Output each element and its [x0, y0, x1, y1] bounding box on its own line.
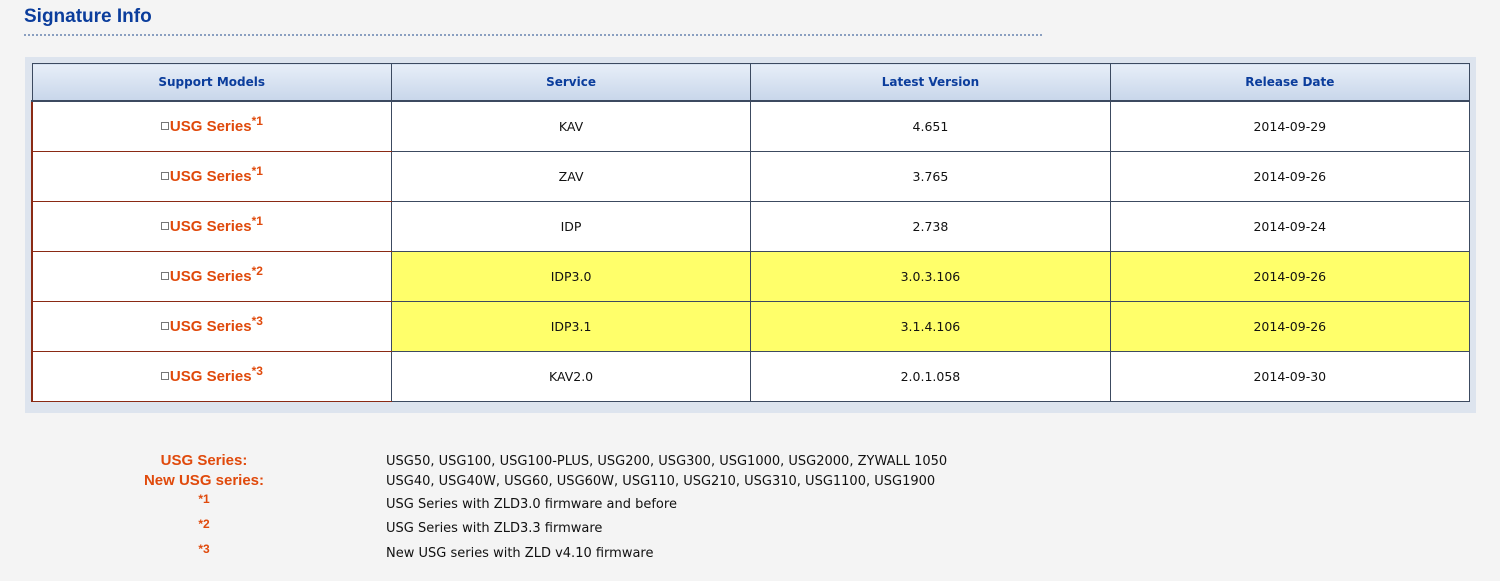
support-model-label: USG Series [169, 168, 252, 185]
column-header-release-date: Release Date [1109, 63, 1471, 102]
latest-version-cell: 3.765 [750, 151, 1111, 202]
release-date-cell: 2014-09-30 [1109, 351, 1471, 402]
release-date-cell: 2014-09-29 [1109, 100, 1471, 152]
signature-table: Support Models Service Latest Version Re… [30, 63, 1471, 402]
support-model-link[interactable]: USG Series*1 [169, 165, 263, 185]
table-row: USG Series*1 IDP 2.738 2014-09-24 [30, 201, 1471, 252]
legend-key-footnote-3: *3 [198, 542, 210, 556]
release-date-cell: 2014-09-26 [1109, 301, 1471, 352]
service-cell: KAV [390, 100, 752, 152]
support-model-cell: USG Series*1 [30, 100, 392, 152]
support-model-link[interactable]: USG Series*3 [169, 365, 263, 385]
column-header-service: Service [390, 63, 752, 102]
legend-value-footnote-3: New USG series with ZLD v4.10 firmware [386, 546, 654, 561]
support-model-label: USG Series [169, 368, 252, 385]
checkbox-icon[interactable] [160, 322, 169, 330]
legend-key-new-usg-series: New USG series: [143, 472, 265, 489]
footnote-mark: *1 [251, 214, 263, 228]
table-row: USG Series*3 KAV2.0 2.0.1.058 2014-09-30 [30, 351, 1471, 402]
support-model-link[interactable]: USG Series*2 [169, 265, 263, 285]
column-header-latest-version: Latest Version [750, 63, 1111, 102]
service-cell: ZAV [390, 151, 752, 202]
table-row: USG Series*1 KAV 4.651 2014-09-29 [30, 100, 1471, 152]
service-cell: KAV2.0 [390, 351, 752, 402]
legend-key-usg-series: USG Series: [160, 452, 248, 469]
support-model-cell: USG Series*2 [30, 251, 392, 302]
checkbox-icon[interactable] [160, 222, 169, 230]
support-model-label: USG Series [169, 268, 252, 285]
service-cell: IDP [390, 201, 752, 252]
support-model-cell: USG Series*3 [30, 301, 392, 352]
latest-version-cell: 2.738 [750, 201, 1111, 252]
legend-value-usg-series: USG50, USG100, USG100-PLUS, USG200, USG3… [386, 454, 948, 469]
support-model-cell: USG Series*1 [30, 151, 392, 202]
table-row-highlighted: USG Series*3 IDP3.1 3.1.4.106 2014-09-26 [30, 301, 1471, 352]
service-cell: IDP3.1 [390, 301, 752, 352]
footnote-mark: *2 [251, 264, 263, 278]
table-row-highlighted: USG Series*2 IDP3.0 3.0.3.106 2014-09-26 [30, 251, 1471, 302]
footnote-mark: *3 [251, 364, 263, 378]
checkbox-icon[interactable] [160, 372, 169, 380]
title-divider [24, 34, 1042, 36]
support-model-cell: USG Series*1 [30, 201, 392, 252]
checkbox-icon[interactable] [160, 122, 169, 130]
footnote-mark: *1 [251, 164, 263, 178]
service-cell: IDP3.0 [390, 251, 752, 302]
latest-version-cell: 3.0.3.106 [750, 251, 1111, 302]
latest-version-cell: 4.651 [750, 100, 1111, 152]
signature-table-panel: Support Models Service Latest Version Re… [25, 57, 1476, 413]
footnote-mark: *1 [251, 114, 263, 128]
legend-value-footnote-2: USG Series with ZLD3.3 firmware [386, 521, 603, 536]
column-header-support-models: Support Models [31, 63, 392, 102]
checkbox-icon[interactable] [160, 272, 169, 280]
latest-version-cell: 3.1.4.106 [750, 301, 1111, 352]
page-title: Signature Info [24, 6, 152, 27]
support-model-cell: USG Series*3 [30, 351, 392, 402]
support-model-label: USG Series [169, 218, 252, 235]
legend-value-footnote-1: USG Series with ZLD3.0 firmware and befo… [386, 497, 677, 512]
support-model-link[interactable]: USG Series*1 [169, 215, 263, 235]
support-model-link[interactable]: USG Series*3 [169, 315, 263, 335]
release-date-cell: 2014-09-26 [1109, 151, 1471, 202]
legend-key-footnote-1: *1 [198, 492, 210, 506]
support-model-link[interactable]: USG Series*1 [169, 115, 263, 135]
release-date-cell: 2014-09-26 [1109, 251, 1471, 302]
release-date-cell: 2014-09-24 [1109, 201, 1471, 252]
checkbox-icon[interactable] [160, 172, 169, 180]
table-header-row: Support Models Service Latest Version Re… [31, 63, 1471, 102]
legend-key-footnote-2: *2 [198, 517, 210, 531]
table-row: USG Series*1 ZAV 3.765 2014-09-26 [30, 151, 1471, 202]
support-model-label: USG Series [169, 118, 252, 135]
legend-value-new-usg-series: USG40, USG40W, USG60, USG60W, USG110, US… [386, 474, 936, 489]
footnote-mark: *3 [251, 314, 263, 328]
latest-version-cell: 2.0.1.058 [750, 351, 1111, 402]
support-model-label: USG Series [169, 318, 252, 335]
